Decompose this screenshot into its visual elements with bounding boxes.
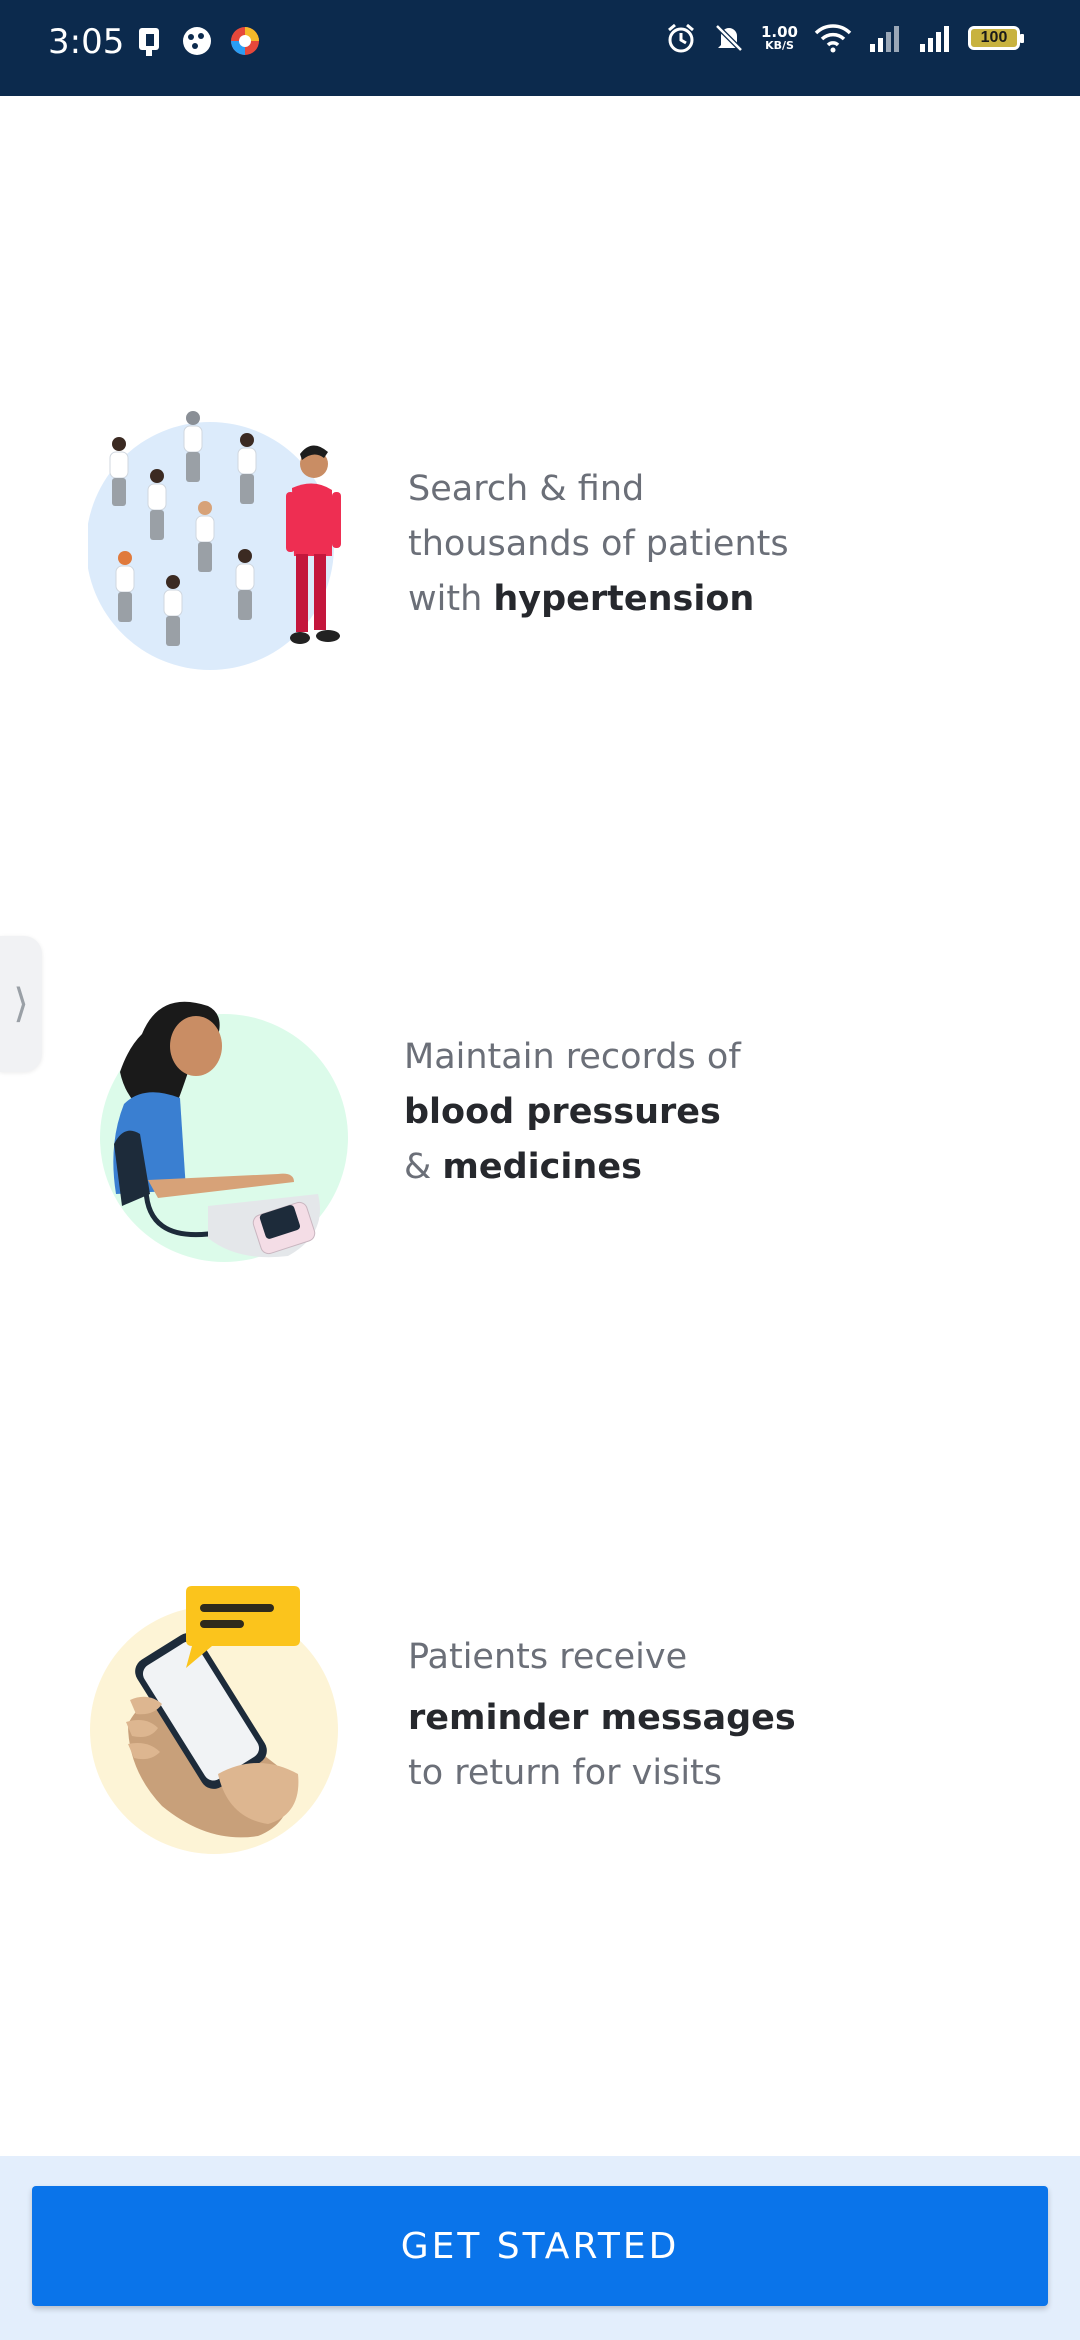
feature-1-line-3: with hypertension — [408, 572, 789, 627]
feature-3-emphasis: reminder messages — [408, 1698, 796, 1738]
feature-1-line-3-prefix: with — [408, 579, 494, 619]
patients-crowd-illustration — [88, 411, 341, 670]
status-time: 3:05 — [48, 22, 125, 62]
feature-2-line-2: blood pressures — [404, 1085, 741, 1140]
browser-icon — [231, 27, 259, 55]
bottom-action-area: GET STARTED — [0, 2156, 1080, 2340]
feature-blood-pressure: Maintain records of blood pressures & me… — [0, 980, 1080, 1280]
feature-2-line-3: & medicines — [404, 1140, 741, 1195]
network-speed-value: 1.00 — [760, 22, 798, 41]
battery-icon: 100 — [968, 26, 1024, 50]
feature-2-text: Maintain records of blood pressures & me… — [404, 1030, 741, 1195]
reminder-message-illustration — [90, 1586, 338, 1854]
feature-search-patients: Search & find thousands of patients with… — [0, 400, 1080, 700]
signal-icon — [870, 26, 899, 52]
feature-2-line-3-prefix: & — [404, 1147, 443, 1187]
mute-icon — [715, 24, 743, 52]
feature-3-text: Patients receive reminder messages to re… — [408, 1630, 796, 1801]
feature-1-emphasis: hypertension — [493, 579, 755, 619]
feature-1-line-2: thousands of patients — [408, 524, 789, 564]
status-bar: 3:05 1.00 KB/S 100 — [0, 0, 1080, 96]
network-speed-unit: KB/S — [765, 38, 794, 52]
feature-3-line-3: to return for visits — [408, 1753, 723, 1793]
feature-2-emphasis: blood pressures — [404, 1092, 721, 1132]
feature-3-line-1: Patients receive — [408, 1637, 688, 1677]
feature-1-line-1: Search & find — [408, 469, 645, 509]
feature-2-emphasis-2: medicines — [442, 1147, 642, 1187]
get-started-button[interactable]: GET STARTED — [32, 2186, 1048, 2306]
signal-icon — [920, 26, 949, 52]
network-speed: 1.00 KB/S — [760, 22, 798, 52]
settings-icon — [183, 27, 211, 55]
side-panel-handle[interactable]: ⟩ — [0, 936, 42, 1072]
wifi-icon — [814, 24, 852, 53]
feature-2-line-1: Maintain records of — [404, 1037, 741, 1077]
feature-1-text: Search & find thousands of patients with… — [408, 462, 789, 627]
feature-reminder-messages: Patients receive reminder messages to re… — [0, 1560, 1080, 1860]
feature-3-line-2: reminder messages — [408, 1691, 796, 1746]
alarm-icon — [668, 23, 694, 53]
blood-pressure-illustration — [100, 1001, 348, 1262]
sim-icon — [139, 28, 159, 56]
